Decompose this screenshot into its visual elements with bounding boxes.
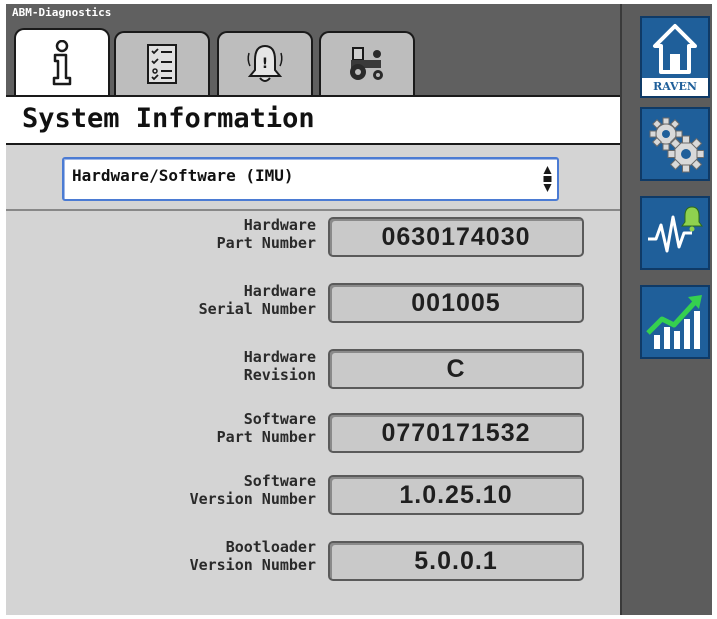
alarm-bell-icon: ! [247, 44, 283, 82]
svg-text:!: ! [262, 56, 268, 72]
hw-part-number-value: 0630174030 [328, 217, 584, 257]
right-sidebar: RAVEN [620, 4, 712, 615]
alarm-graph-icon [648, 206, 703, 253]
tab-machine[interactable] [319, 31, 415, 95]
tractor-icon [350, 47, 383, 80]
info-icon [52, 39, 72, 85]
hw-part-number-label: Hardware Part Number [216, 216, 316, 252]
settings-button[interactable] [640, 107, 710, 181]
diagnostics-button[interactable] [640, 196, 710, 270]
sw-version-value: 1.0.25.10 [328, 475, 584, 515]
tab-checklist[interactable] [114, 31, 210, 95]
sw-version-label: Software Version Number [189, 472, 316, 508]
page-header: System Information [6, 95, 620, 145]
sw-part-number-value: 0770171532 [328, 413, 584, 453]
selector-band: Hardware/Software (IMU) [6, 145, 620, 211]
bootloader-version-value: 5.0.0.1 [328, 541, 584, 581]
sw-part-number-label: Software Part Number [216, 410, 316, 446]
home-icon [653, 24, 697, 74]
hw-serial-number-label: Hardware Serial Number [198, 282, 316, 318]
window-title: ABM-Diagnostics [12, 6, 112, 19]
bootloader-version-label: Bootloader Version Number [189, 538, 316, 574]
tab-info[interactable] [14, 28, 110, 95]
hw-revision-label: Hardware Revision [243, 348, 316, 384]
home-button[interactable]: RAVEN [640, 16, 710, 98]
trend-chart-icon [646, 295, 702, 349]
component-selector[interactable]: Hardware/Software (IMU) [62, 157, 559, 201]
spinner-arrows-icon[interactable] [543, 165, 552, 193]
raven-logo: RAVEN [642, 78, 708, 96]
info-panel: Hardware/Software (IMU) Hardware Part Num… [6, 145, 620, 615]
tab-alarms[interactable]: ! [217, 31, 313, 95]
hw-revision-value: C [328, 349, 584, 389]
page-title: System Information [22, 103, 315, 134]
component-selector-value: Hardware/Software (IMU) [72, 166, 294, 185]
checklist-icon [147, 44, 177, 84]
gears-icon [649, 117, 704, 173]
app-window: ABM-Diagnostics ! System Information Har… [6, 4, 712, 615]
hw-serial-number-value: 001005 [328, 283, 584, 323]
performance-button[interactable] [640, 285, 710, 359]
